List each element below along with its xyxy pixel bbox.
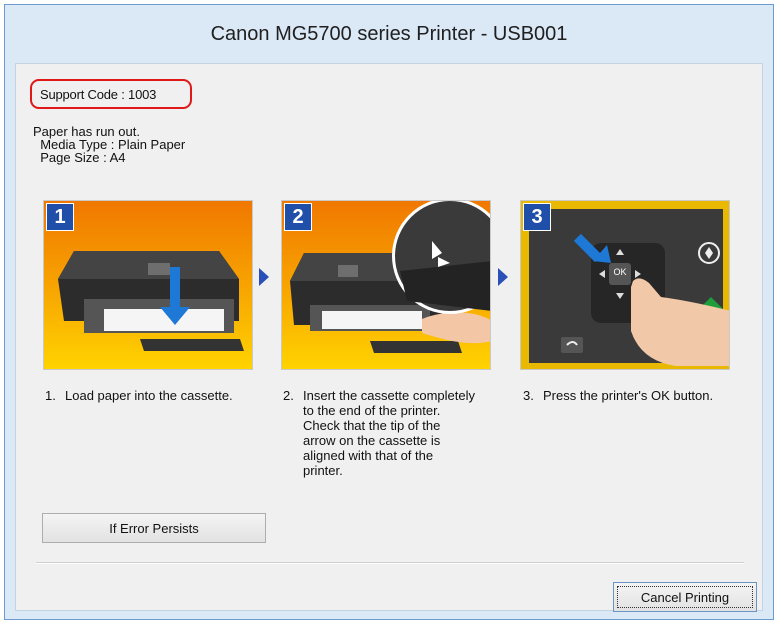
step-3-badge-number: 3 bbox=[531, 205, 543, 228]
if-error-persists-label: If Error Persists bbox=[109, 520, 199, 536]
message-line-3: Page Size : A4 bbox=[33, 150, 126, 165]
next-step-arrow-icon bbox=[259, 268, 269, 286]
step-3-illustration: OK 3 bbox=[520, 200, 730, 370]
window-title: Canon MG5700 series Printer - USB001 bbox=[210, 22, 568, 45]
error-message: Paper has run out. Media Type : Plain Pa… bbox=[33, 125, 185, 164]
printer-error-dialog: Canon MG5700 series Printer - USB001 Sup… bbox=[4, 4, 774, 620]
dialog-content: Support Code : 1003 Paper has run out. M… bbox=[15, 63, 763, 612]
step-2-illustration: 2 bbox=[281, 200, 491, 370]
divider bbox=[36, 562, 744, 564]
support-code-box: Support Code : 1003 bbox=[30, 79, 192, 109]
step-1-badge-number: 1 bbox=[54, 205, 66, 228]
if-error-persists-button[interactable]: If Error Persists bbox=[42, 513, 266, 543]
title-bar: Canon MG5700 series Printer - USB001 bbox=[5, 5, 773, 63]
support-code-label: Support Code : 1003 bbox=[40, 86, 157, 102]
ok-key-label: OK bbox=[613, 267, 627, 277]
step-2-badge: 2 bbox=[284, 203, 312, 231]
cancel-printing-label: Cancel Printing bbox=[640, 589, 730, 605]
step-1-badge: 1 bbox=[46, 203, 74, 231]
step-2-text: Insert the cassette completely to the en… bbox=[303, 388, 475, 478]
next-step-arrow-icon bbox=[498, 268, 508, 286]
step-3-badge: 3 bbox=[523, 203, 551, 231]
step-3-number: 3. bbox=[523, 388, 534, 403]
step-3-text: Press the printer's OK button. bbox=[543, 388, 714, 403]
step-1-illustration: 1 bbox=[43, 200, 253, 370]
step-2-badge-number: 2 bbox=[292, 205, 304, 228]
cancel-printing-button[interactable]: Cancel Printing bbox=[613, 582, 757, 612]
step-1-text: Load paper into the cassette. bbox=[65, 388, 233, 403]
step-2-number: 2. bbox=[283, 388, 294, 403]
step-1-number: 1. bbox=[45, 388, 56, 403]
